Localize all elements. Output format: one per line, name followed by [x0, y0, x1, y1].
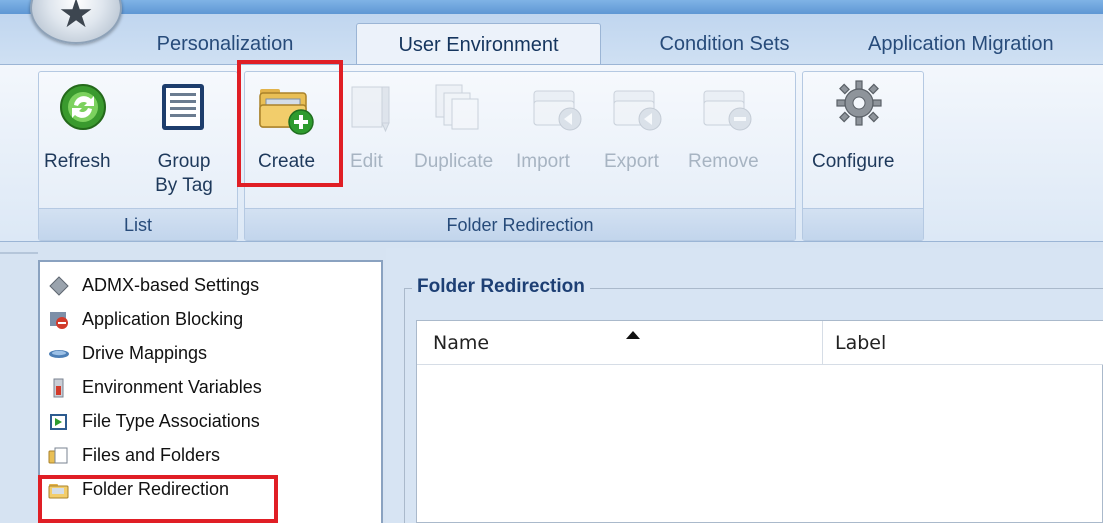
star-icon: ★: [58, 0, 94, 37]
tab-condition-sets[interactable]: Condition Sets: [622, 23, 827, 65]
folder-add-icon: [259, 89, 314, 135]
import-icon: [533, 90, 582, 131]
refresh-icon: [60, 84, 106, 130]
env-var-icon: [53, 378, 64, 398]
folder-redirection-group-label: Folder Redirection: [245, 208, 795, 240]
column-header-label-col[interactable]: Label: [835, 321, 1103, 365]
sidebar-item-files-and-folders[interactable]: Files and Folders: [48, 438, 220, 472]
configure-group-label: [803, 208, 923, 240]
export-label: Export: [604, 151, 659, 172]
sidebar-item-admx-based-settings[interactable]: ADMX-based Settings: [48, 268, 259, 302]
configure-label: Configure: [812, 151, 895, 172]
column-header-label: Name: [433, 332, 490, 354]
duplicate-label: Duplicate: [414, 151, 494, 172]
app-blocking-icon: [50, 312, 68, 330]
column-header-name[interactable]: Name: [433, 321, 823, 365]
tab-application-migration[interactable]: Application Migration: [846, 23, 1103, 65]
drive-icon: [49, 350, 69, 359]
sidebar-item-application-blocking[interactable]: Application Blocking: [48, 302, 243, 336]
sidebar-item-folder-redirection[interactable]: Folder Redirection: [48, 472, 229, 506]
remove-icon: [703, 90, 752, 131]
file-type-icon: [50, 414, 67, 431]
sidebar-item-label: Files and Folders: [82, 445, 221, 465]
export-icon: [613, 90, 662, 131]
sidebar-item-label: ADMX-based Settings: [82, 275, 260, 295]
group-by-tag-label-line2: By Tag: [155, 175, 213, 196]
edit-label: Edit: [350, 151, 383, 172]
refresh-label: Refresh: [44, 151, 111, 172]
remove-label: Remove: [688, 151, 759, 172]
gear-icon: [836, 80, 882, 126]
sidebar-item-environment-variables[interactable]: Environment Variables: [48, 370, 262, 404]
sidebar-tree: ADMX-based Settings Application Blocking…: [38, 260, 383, 523]
tab-user-environment[interactable]: User Environment: [356, 23, 601, 65]
panel-title: Folder Redirection: [412, 276, 590, 298]
sidebar-item-drive-mappings[interactable]: Drive Mappings: [48, 336, 207, 370]
files-folders-icon: [48, 447, 68, 464]
document-list-icon: [162, 84, 204, 130]
import-label: Import: [516, 151, 570, 172]
list-group-label: List: [39, 208, 237, 240]
sidebar-item-label: Environment Variables: [82, 377, 262, 397]
duplicate-icon: [435, 84, 479, 130]
group-by-tag-label-line1: Group: [157, 151, 211, 172]
sidebar-item-label: Folder Redirection: [82, 479, 230, 499]
folder-redirection-icon: [48, 484, 69, 499]
create-label: Create: [258, 151, 316, 172]
left-divider: [0, 252, 38, 254]
sidebar-item-label: Application Blocking: [82, 309, 244, 329]
sidebar-item-label: File Type Associations: [82, 411, 260, 431]
sidebar-item-file-type-associations[interactable]: File Type Associations: [48, 404, 260, 438]
admx-icon: [49, 276, 69, 296]
folder-redirection-grid[interactable]: Name Label: [416, 320, 1103, 523]
ribbon: List Folder Redirection Refresh Group By…: [0, 64, 1103, 242]
edit-icon: [351, 86, 390, 133]
column-header-label: Label: [835, 332, 887, 354]
sidebar-item-label: Drive Mappings: [82, 343, 208, 363]
grid-header: Name Label: [417, 321, 1103, 365]
tab-personalization[interactable]: Personalization: [130, 23, 320, 65]
sort-ascending-icon: [626, 331, 640, 339]
